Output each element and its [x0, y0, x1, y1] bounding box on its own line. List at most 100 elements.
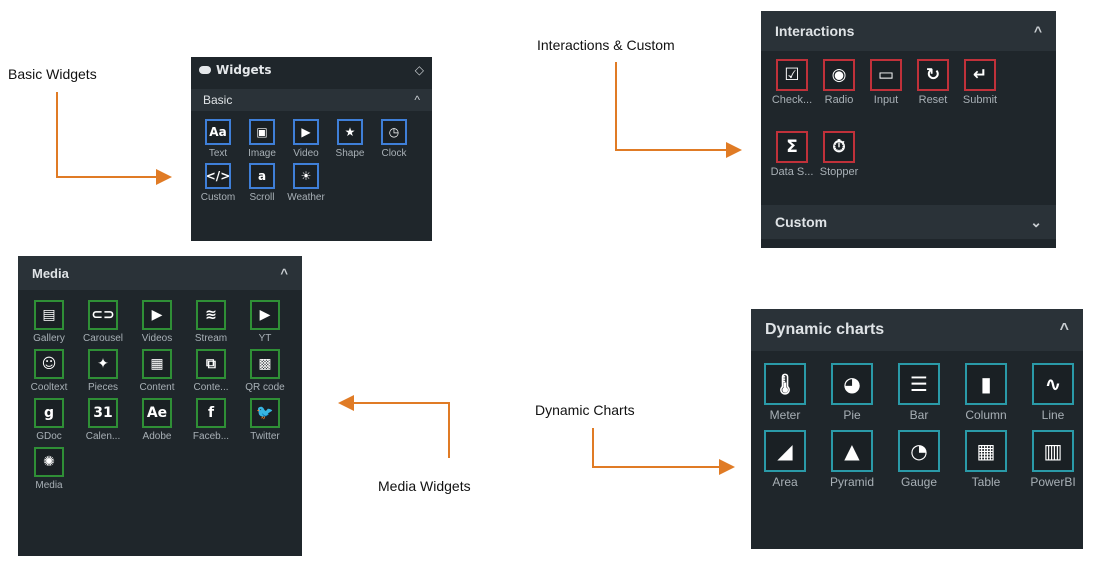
reset-icon: ↻ — [917, 59, 949, 91]
cool-face-widget[interactable]: ☺ Cooltext — [31, 349, 67, 393]
bar-chart-widget[interactable]: ☰ Bar — [897, 363, 941, 422]
star-icon: ★ — [337, 119, 363, 145]
chevron-up-icon: ^ — [414, 93, 420, 107]
checkbox-widget[interactable]: ☑ Check... — [772, 59, 812, 127]
google-icon: g — [34, 398, 64, 428]
table-widget[interactable]: ▦ Table — [964, 430, 1008, 489]
pyramid-widget[interactable]: ▲ Pyramid — [830, 430, 874, 489]
image-widget[interactable]: ▣ Image — [245, 119, 279, 159]
widget-label: Content — [139, 382, 175, 393]
thermometer-widget[interactable]: 🌡 Meter — [763, 363, 807, 422]
widget-label: Clock — [381, 148, 407, 159]
widget-label: Gallery — [33, 333, 65, 344]
column-chart-icon: ▮ — [965, 363, 1007, 405]
column-chart-widget[interactable]: ▮ Column — [964, 363, 1008, 422]
basic-widgets-panel: Widgets ◇ Basic ^ Aa Text ▣ Image ▶ Video ★ Sha… — [191, 57, 432, 241]
basic-section-title: Basic — [203, 93, 233, 107]
radio-widget[interactable]: ◉ Radio — [820, 59, 858, 127]
table-icon: ▦ — [965, 430, 1007, 472]
dynamic-charts-panel: Dynamic charts ^ 🌡 Meter ◕ Pie ☰ Bar ▮ Column ∿ L… — [751, 309, 1083, 549]
widget-label: Conte... — [193, 382, 229, 393]
widget-label: Line — [1041, 408, 1065, 422]
adobe-widget[interactable]: Ae Adobe — [140, 398, 174, 442]
twitter-icon: 🐦 — [250, 398, 280, 428]
line-chart-widget[interactable]: ∿ Line — [1031, 363, 1075, 422]
powerbi-icon: ▥ — [1032, 430, 1074, 472]
chevron-up-icon: ^ — [1059, 321, 1069, 338]
widget-label: Pyramid — [829, 475, 874, 489]
twitter-widget[interactable]: 🐦 Twitter — [248, 398, 282, 442]
video-icon: ▶ — [293, 119, 319, 145]
media-section-header[interactable]: Media ^ — [18, 256, 302, 290]
widget-label: QR code — [245, 382, 285, 393]
widget-label: Image — [248, 148, 276, 159]
video-widget[interactable]: ▶ Video — [289, 119, 323, 159]
scroll-widget[interactable]: a Scroll — [245, 163, 279, 203]
bar-chart-icon: ☰ — [898, 363, 940, 405]
interactions-section-title: Interactions — [775, 23, 855, 39]
facebook-widget[interactable]: f Faceb... — [193, 398, 229, 442]
media-widgets-panel: Media ^ ▤ Gallery ⊂⊃ Carousel ▶ Videos ≋ Stream… — [18, 256, 302, 556]
line-chart-icon: ∿ — [1032, 363, 1074, 405]
puzzle-widget[interactable]: ✦ Pieces — [86, 349, 120, 393]
pie-chart-widget[interactable]: ◕ Pie — [830, 363, 874, 422]
pie-chart-icon: ◕ — [831, 363, 873, 405]
content-share-widget[interactable]: ⧉ Conte... — [193, 349, 229, 393]
text-icon: Aa — [205, 119, 231, 145]
star-widget[interactable]: ★ Shape — [333, 119, 367, 159]
content-share-icon: ⧉ — [196, 349, 226, 379]
media-widget[interactable]: ✺ Media — [32, 447, 66, 491]
media-icon: ✺ — [34, 447, 64, 477]
youtube-widget[interactable]: ▶ YT — [248, 300, 282, 344]
widget-label: Stopper — [819, 166, 859, 178]
widget-label: Table — [971, 475, 1001, 489]
chevron-up-icon: ^ — [280, 265, 288, 281]
videos-widget[interactable]: ▶ Videos — [140, 300, 174, 344]
interactions-section-header[interactable]: Interactions ^ — [761, 11, 1056, 51]
basic-widget-grid: Aa Text ▣ Image ▶ Video ★ Shape ◷ Clock </> Custom a… — [191, 111, 432, 211]
thermometer-icon: 🌡 — [764, 363, 806, 405]
gallery-widget[interactable]: ▤ Gallery — [32, 300, 66, 344]
charts-widget-grid: 🌡 Meter ◕ Pie ☰ Bar ▮ Column ∿ Line ◢ Area ▲ Pyramid ◔… — [751, 351, 1083, 489]
powerbi-widget[interactable]: ▥ PowerBI — [1030, 430, 1076, 489]
toggle-icon[interactable] — [199, 66, 211, 74]
clock-widget[interactable]: ◷ Clock — [377, 119, 411, 159]
calendar-widget[interactable]: 31 Calen... — [86, 398, 120, 442]
charts-section-header[interactable]: Dynamic charts ^ — [751, 309, 1083, 351]
submit-widget[interactable]: ↵ Submit — [961, 59, 999, 127]
widget-label: PowerBI — [1030, 475, 1076, 489]
reset-widget[interactable]: ↻ Reset — [914, 59, 952, 127]
code-widget[interactable]: </> Custom — [201, 163, 235, 203]
basic-section-header[interactable]: Basic ^ — [191, 89, 432, 111]
custom-section-header[interactable]: Custom ⌄ — [761, 205, 1056, 239]
gauge-widget[interactable]: ◔ Gauge — [897, 430, 941, 489]
image-icon: ▣ — [249, 119, 275, 145]
media-section-title: Media — [32, 265, 69, 281]
wifi-widget[interactable]: ≋ Stream — [194, 300, 228, 344]
checkbox-icon: ☑ — [776, 59, 808, 91]
input-icon: ▭ — [870, 59, 902, 91]
text-widget[interactable]: Aa Text — [201, 119, 235, 159]
carousel-widget[interactable]: ⊂⊃ Carousel — [83, 300, 123, 344]
stopwatch-widget[interactable]: ⏱ Stopper — [820, 131, 858, 199]
widget-label: Bar — [909, 408, 929, 422]
sun-widget[interactable]: ☀ Weather — [287, 163, 325, 203]
area-chart-widget[interactable]: ◢ Area — [763, 430, 807, 489]
facebook-icon: f — [196, 398, 226, 428]
widget-label: Carousel — [82, 333, 124, 344]
content-widget[interactable]: ▦ Content — [139, 349, 175, 393]
videos-icon: ▶ — [142, 300, 172, 330]
widget-label: Scroll — [249, 192, 275, 203]
wifi-icon: ≋ — [196, 300, 226, 330]
puzzle-icon: ✦ — [88, 349, 118, 379]
widget-label: Custom — [200, 192, 236, 203]
code-icon: </> — [205, 163, 231, 189]
chevron-down-icon: ⌄ — [1030, 213, 1042, 230]
collapse-panel-icon[interactable]: ◇ — [415, 63, 424, 77]
input-widget[interactable]: ▭ Input — [867, 59, 905, 127]
widget-label: Reset — [918, 94, 948, 106]
sigma-icon: Σ — [776, 131, 808, 163]
sigma-widget[interactable]: Σ Data S... — [771, 131, 813, 199]
google-widget[interactable]: g GDoc — [32, 398, 66, 442]
qr-code-widget[interactable]: ▩ QR code — [245, 349, 285, 393]
